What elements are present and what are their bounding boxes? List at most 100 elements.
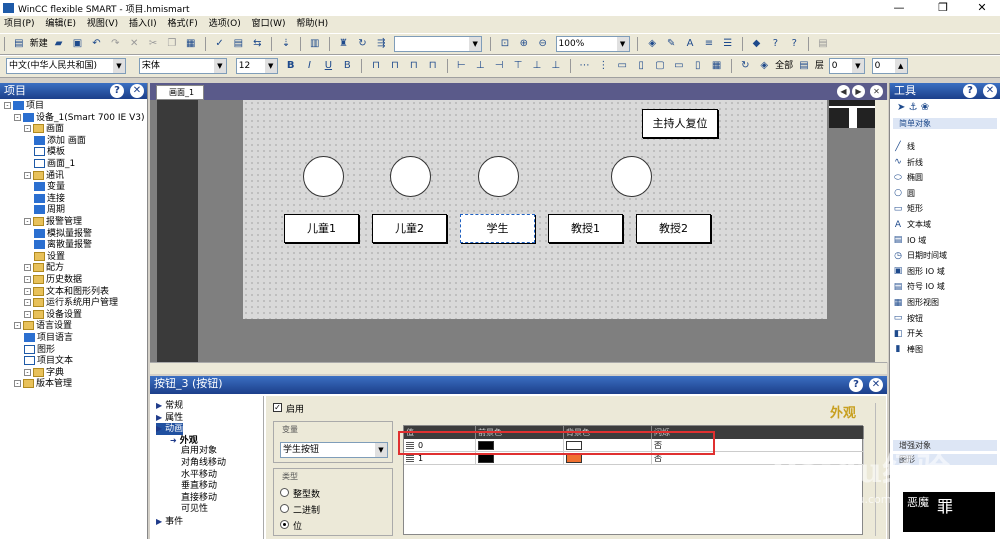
tool-item[interactable]: ◷ 日期时间域 [893, 250, 947, 261]
hmi-screen-area[interactable] [243, 100, 827, 319]
nav-item[interactable]: 启用对象 [170, 446, 217, 457]
distribute-h-icon[interactable]: ⋯ [578, 59, 592, 73]
tree-item[interactable]: 画面_1 [34, 159, 75, 170]
tool-item[interactable]: ▭ 矩形 [893, 203, 923, 214]
tools-scrollbar[interactable] [876, 100, 888, 362]
expander-icon[interactable]: - [24, 125, 31, 133]
context-help-icon[interactable]: ? [787, 37, 801, 51]
line-color-icon[interactable]: ✎ [664, 37, 678, 51]
expander-icon[interactable]: - [4, 102, 11, 109]
tool-item[interactable]: ▤ 符号 IO 域 [893, 281, 945, 292]
help-icon[interactable]: ? [849, 378, 863, 392]
close-panel-icon[interactable]: ✕ [869, 378, 883, 392]
line-style-icon[interactable]: ≡ [702, 37, 716, 51]
tree-item[interactable]: 添加 画面 [34, 135, 86, 147]
align-objects-center-icon[interactable]: ⊥ [473, 59, 487, 73]
tools-view-icons[interactable]: ➤ ⚓ ❀ [897, 102, 929, 113]
tree-item[interactable]: - 语言设置 [14, 321, 72, 332]
tree-item[interactable]: 图形 [24, 344, 55, 356]
z-order-spinner[interactable]: 0 ▲ [871, 58, 908, 74]
nav-item[interactable]: 对角线移动 [170, 458, 226, 469]
indicator-circle[interactable] [303, 156, 344, 197]
indicator-circle[interactable] [390, 156, 431, 197]
library-icon[interactable]: ◆ [750, 37, 764, 51]
tools-section-simple[interactable]: 简单对象 [893, 118, 997, 129]
tree-item[interactable]: 变量 [34, 182, 65, 193]
paste-icon[interactable]: ▦ [184, 37, 198, 51]
check-icon[interactable]: ✓ [213, 37, 227, 51]
redo-icon[interactable]: ↷ [108, 37, 122, 51]
tree-item[interactable]: - 历史数据 [24, 275, 82, 286]
close-panel-icon[interactable]: ✕ [130, 84, 144, 98]
settings-icon[interactable]: ▥ [308, 37, 322, 51]
nav-item[interactable]: 直接移动 [170, 493, 217, 504]
align-top-icon[interactable]: ⊓ [426, 59, 440, 73]
nav-item[interactable]: ▶ 属性 [156, 412, 183, 424]
new-icon[interactable]: ▤ [12, 37, 26, 51]
nav-item[interactable]: ▶ 常规 [156, 400, 183, 412]
help-icon[interactable]: ? [110, 84, 124, 98]
all-label[interactable]: 全部 [775, 59, 793, 73]
professor2-button[interactable]: 教授2 [636, 214, 711, 243]
close-editor-icon[interactable]: ✕ [870, 85, 883, 98]
strike-icon[interactable]: B [340, 59, 354, 73]
row-grip-icon[interactable] [406, 455, 414, 462]
fill-color-icon[interactable]: ◈ [645, 37, 659, 51]
download-icon[interactable]: ⇣ [279, 37, 293, 51]
menu-options[interactable]: 选项(O) [205, 16, 245, 32]
indicator-circle[interactable] [478, 156, 519, 197]
student-button[interactable]: 学生 [460, 214, 535, 243]
layer-icon[interactable]: ▤ [797, 59, 811, 73]
enable-checkbox[interactable]: ✓ [273, 403, 282, 412]
align-right-icon[interactable]: ⊓ [407, 59, 421, 73]
nav-item[interactable]: ▶ 动画 [156, 423, 184, 436]
tree-item[interactable]: - 通讯 [24, 170, 64, 182]
tree-item[interactable]: 模拟量报警 [34, 228, 92, 240]
tree-item[interactable]: - 字典 [24, 367, 64, 379]
layer-combo[interactable]: 0 ▼ [828, 58, 865, 74]
tree-item[interactable]: - 设备_1(Smart 700 IE V3) [14, 112, 144, 124]
tree-item[interactable]: 设置 [34, 251, 65, 263]
expander-icon[interactable]: - [24, 276, 31, 283]
tab-prev-icon[interactable]: ◀ [837, 85, 850, 98]
tree-item[interactable]: - 报警管理 [24, 217, 82, 228]
expander-icon[interactable]: - [24, 171, 31, 179]
replace-icon[interactable]: ↻ [355, 37, 369, 51]
zoom-in-icon[interactable]: ⊕ [517, 37, 531, 51]
grid-icon[interactable]: ▦ [710, 59, 724, 73]
close-panel-icon[interactable]: ✕ [983, 84, 997, 98]
menu-window[interactable]: 窗口(W) [248, 16, 290, 32]
tool-item[interactable]: ○ 圆 [893, 188, 915, 199]
expander-icon[interactable]: - [14, 380, 21, 388]
align-objects-middle-icon[interactable]: ⊥ [530, 59, 544, 73]
tool-item[interactable]: ▣ 图形 IO 域 [893, 266, 945, 277]
nav-item[interactable]: ➜ 外观 [170, 435, 198, 447]
menu-insert[interactable]: 插入(I) [125, 16, 161, 32]
menu-edit[interactable]: 编辑(E) [41, 16, 80, 32]
align-objects-top-icon[interactable]: ⊤ [511, 59, 525, 73]
expander-icon[interactable]: - [24, 368, 31, 376]
nav-item[interactable]: ▶ 事件 [156, 516, 183, 528]
tool-item[interactable]: ╱ 线 [893, 141, 915, 152]
underline-icon[interactable]: U [321, 59, 335, 73]
close-button[interactable]: ✕ [967, 1, 997, 15]
align-objects-bottom-icon[interactable]: ⊥ [549, 59, 563, 73]
nav-item[interactable]: 垂直移动 [170, 481, 217, 492]
child1-button[interactable]: 儿童1 [284, 214, 359, 243]
expander-icon[interactable]: - [24, 264, 31, 272]
tree-item[interactable]: 模板 [34, 147, 65, 158]
tool-item[interactable]: ∿ 折线 [893, 157, 923, 168]
cut-icon[interactable]: ✂ [146, 37, 160, 51]
menu-project[interactable]: 项目(P) [0, 16, 38, 32]
open-icon[interactable]: ▰ [52, 37, 66, 51]
expander-icon[interactable]: - [24, 299, 31, 307]
tree-item[interactable]: 周期 [34, 205, 65, 216]
same-height-icon[interactable]: ▯ [634, 59, 648, 73]
tab-screen-1[interactable]: 画面_1 [156, 85, 204, 100]
indicator-circle[interactable] [611, 156, 652, 197]
expander-icon[interactable]: - [14, 113, 21, 121]
tool-item[interactable]: ▭ 按钮 [893, 313, 923, 324]
tool-item[interactable]: ▤ IO 域 [893, 235, 926, 246]
same-width-icon[interactable]: ▭ [615, 59, 629, 73]
font-color-icon[interactable]: A [683, 37, 697, 51]
